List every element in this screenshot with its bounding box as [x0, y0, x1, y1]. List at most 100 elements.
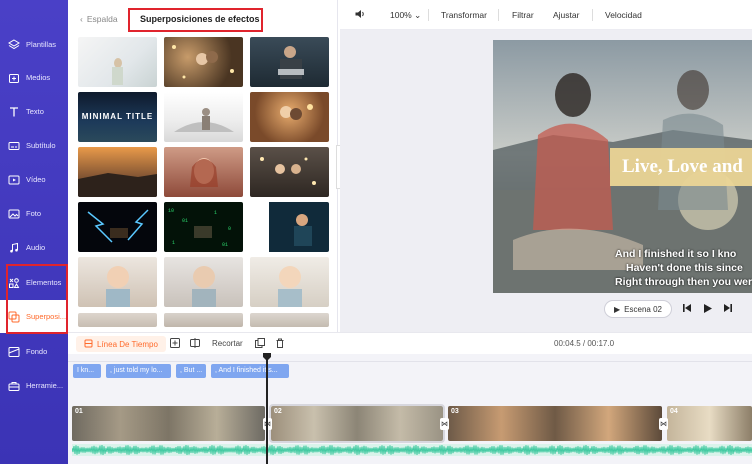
sidebar-item-label: Subtítulo	[26, 141, 56, 150]
subtitle-chip[interactable]: , And I finished it s...	[211, 364, 289, 378]
layers-icon	[8, 38, 20, 51]
filter-button[interactable]: Filtrar	[512, 10, 534, 20]
sidebar-item-medios[interactable]: Medios	[0, 61, 68, 94]
overlays-panel: ‹ Espalda Superposiciones de efectos MIN…	[68, 0, 338, 332]
toolbox-icon	[8, 380, 20, 392]
video-clip[interactable]: 04	[667, 406, 752, 441]
overlay-thumbnail[interactable]	[250, 92, 329, 142]
sidebar-item-label: Vídeo	[26, 175, 46, 184]
sidebar-item-label: Fondo	[26, 347, 48, 356]
scene-label: Escena 02	[624, 304, 662, 314]
overlay-thumbnail[interactable]	[78, 202, 157, 252]
sidebar-item-label: Texto	[26, 107, 44, 116]
duplicate-icon[interactable]	[255, 338, 265, 350]
scene-selector-button[interactable]: ▶ Escena 02	[604, 300, 672, 318]
video-clip[interactable]: 03	[448, 406, 662, 441]
timeline-tab[interactable]: Línea De Tiempo	[76, 336, 166, 352]
toolbar-divider	[592, 9, 593, 21]
split-icon[interactable]	[190, 338, 200, 350]
overlay-thumbnail[interactable]	[164, 92, 243, 142]
svg-text:01: 01	[222, 242, 228, 248]
video-title-overlay: Live, Love and	[610, 148, 752, 186]
sidebar-item-texto[interactable]: Texto	[0, 95, 68, 128]
top-toolbar: 100% ⌄ Transformar Filtrar Ajustar Veloc…	[340, 0, 752, 30]
subtitle-line: And I finished it so I kno	[615, 248, 737, 260]
overlay-thumbnail[interactable]	[164, 313, 243, 327]
overlay-thumbnail[interactable]	[78, 37, 157, 87]
sidebar-item-foto[interactable]: Foto	[0, 197, 68, 230]
music-note-icon	[8, 242, 20, 254]
timeline-toolbar: Línea De Tiempo Recortar 00:04.5 / 00:17…	[68, 332, 752, 354]
sidebar-item-label: Elementos	[26, 278, 62, 287]
thumbnail-text: MINIMAL TITLE	[81, 112, 154, 121]
play-icon[interactable]	[702, 303, 713, 316]
overlay-thumbnail[interactable]	[78, 313, 157, 327]
previous-icon[interactable]	[682, 303, 692, 315]
overlay-thumbnail[interactable]	[164, 147, 243, 197]
volume-icon[interactable]	[354, 8, 366, 22]
sidebar-item-label: Superposi...	[26, 312, 67, 321]
sidebar-item-video[interactable]: Vídeo	[0, 163, 68, 196]
audio-waveform[interactable]	[72, 444, 752, 456]
timeline-tab-label: Línea De Tiempo	[97, 339, 158, 349]
overlay-thumbnail[interactable]	[250, 257, 329, 307]
subtitle-chip[interactable]: I kn...	[73, 364, 101, 378]
add-icon[interactable]	[170, 338, 180, 350]
clip-number: 01	[75, 408, 83, 415]
svg-text:1: 1	[214, 210, 217, 216]
overlay-thumbnail[interactable]	[164, 257, 243, 307]
sidebar-item-audio[interactable]: Audio	[0, 231, 68, 264]
sidebar-item-label: Herramie...	[26, 381, 64, 390]
svg-text:1: 1	[172, 240, 175, 246]
back-label: Espalda	[86, 14, 118, 24]
background-icon	[8, 346, 20, 358]
overlay-thumbnail[interactable]	[164, 37, 243, 87]
svg-text:10: 10	[168, 208, 174, 214]
transition-handle[interactable]: ⋈	[440, 418, 449, 430]
next-icon[interactable]	[723, 303, 733, 315]
timeline-icon	[84, 339, 93, 350]
crop-button[interactable]: Recortar	[212, 339, 243, 348]
trash-icon[interactable]	[275, 338, 285, 350]
app-root: Plantillas Medios Texto Subtítulo Vídeo	[0, 0, 752, 464]
zoom-dropdown[interactable]: 100% ⌄	[390, 10, 421, 21]
sidebar-item-elementos[interactable]: Elementos	[0, 266, 68, 299]
sidebar-item-superposiciones[interactable]: Superposi...	[0, 300, 68, 333]
overlay-thumbnail[interactable]	[78, 257, 157, 307]
transform-button[interactable]: Transformar	[441, 10, 487, 20]
sidebar-item-label: Medios	[26, 73, 51, 82]
overlay-thumbnail[interactable]	[250, 202, 329, 252]
sidebar-item-subtitulo[interactable]: Subtítulo	[0, 129, 68, 162]
sidebar: Plantillas Medios Texto Subtítulo Vídeo	[0, 0, 68, 464]
playback-controls: ▶ Escena 02	[604, 300, 733, 318]
back-button[interactable]: ‹ Espalda	[80, 14, 118, 24]
timecode: 00:04.5 / 00:17.0	[554, 339, 615, 348]
overlay-thumbnail[interactable]	[250, 313, 329, 327]
image-icon	[8, 208, 20, 220]
sidebar-item-label: Plantillas	[26, 40, 57, 49]
svg-text:0: 0	[228, 226, 231, 232]
transition-handle[interactable]: ⋈	[659, 418, 668, 430]
subtitle-chip[interactable]: , just told my lo...	[106, 364, 171, 378]
sidebar-item-fondo[interactable]: Fondo	[0, 335, 68, 368]
subtitle-chip[interactable]: , But ...	[176, 364, 206, 378]
speed-button[interactable]: Velocidad	[605, 10, 642, 20]
overlay-thumbnail[interactable]	[250, 37, 329, 87]
video-clip[interactable]: 02	[269, 404, 445, 443]
clip-number: 02	[274, 408, 282, 415]
overlay-thumbnail[interactable]: MINIMAL TITLE	[78, 92, 157, 142]
toolbar-divider	[498, 9, 499, 21]
video-preview[interactable]: Live, Love and And I finished it so I kn…	[493, 40, 752, 293]
sidebar-item-label: Audio	[26, 243, 46, 252]
video-clip[interactable]: 01	[72, 406, 265, 441]
panel-title: Superposiciones de efectos	[140, 14, 260, 24]
playhead[interactable]	[263, 353, 271, 464]
sidebar-item-plantillas[interactable]: Plantillas	[0, 28, 68, 61]
elements-icon	[8, 277, 20, 289]
adjust-button[interactable]: Ajustar	[553, 10, 579, 20]
overlay-thumbnail[interactable]: 10 01 1 0 1 01	[164, 202, 243, 252]
overlay-thumbnail[interactable]	[78, 147, 157, 197]
sidebar-item-herramientas[interactable]: Herramie...	[0, 369, 68, 402]
scene-play-icon: ▶	[614, 304, 621, 314]
overlay-thumbnail[interactable]	[250, 147, 329, 197]
